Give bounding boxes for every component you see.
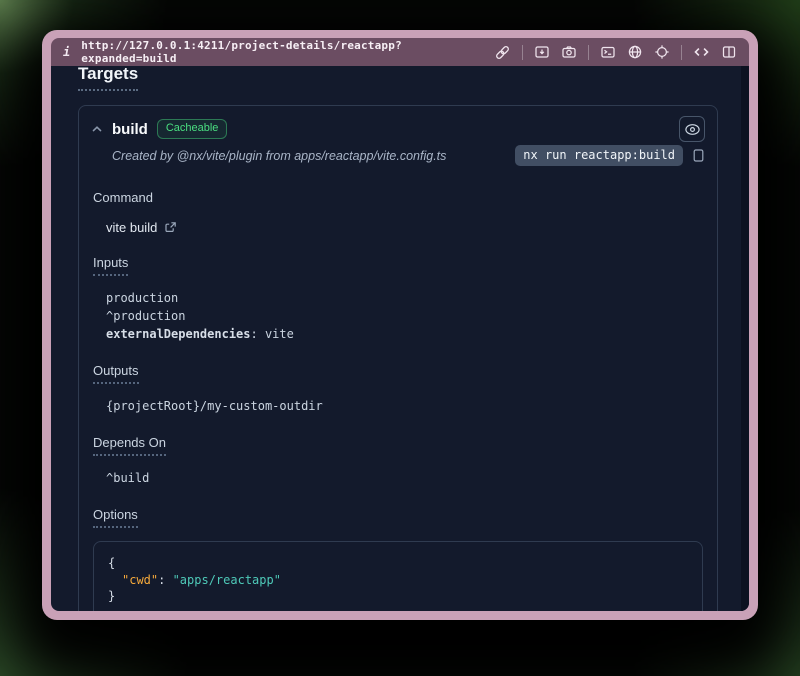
json-line: { [108,555,688,572]
depends-on-item: ^build [106,469,703,487]
target-name: build [112,121,148,138]
input-item: production [106,289,703,307]
toolbar-divider [588,45,589,60]
output-item: {projectRoot}/my-custom-outdir [106,397,703,415]
cacheable-badge: Cacheable [157,119,228,139]
command-value: vite build [106,220,157,235]
page-title: Targets [78,66,138,91]
outputs-section: Outputs {projectRoot}/my-custom-outdir [79,362,717,415]
globe-icon[interactable] [627,44,643,60]
target-card-build: build Cacheable Created by @nx/vite/plug… [78,105,718,611]
created-by-text: Created by @nx/vite/plugin from apps/rea… [112,149,446,163]
screenshot-icon[interactable] [534,44,550,60]
input-item: externalDependencies: vite [106,325,703,343]
info-icon: i [63,45,70,59]
json-line: "cwd": "apps/reactapp" [108,572,688,589]
camera-icon[interactable] [561,44,577,60]
depends-on-label: Depends On [93,435,166,456]
window-inner: i http://127.0.0.1:4211/project-details/… [51,38,749,611]
browser-toolbar: i http://127.0.0.1:4211/project-details/… [51,38,749,66]
options-label: Options [93,507,138,528]
build-target-header[interactable]: build Cacheable [79,106,717,142]
input-item: ^production [106,307,703,325]
code-icon[interactable] [693,44,710,60]
options-section: Options { "cwd": "apps/reactapp" } [79,506,717,611]
command-section: Command vite build [79,189,717,235]
link-icon[interactable] [494,44,511,61]
view-target-button[interactable] [679,116,705,142]
depends-on-section: Depends On ^build [79,434,717,487]
run-command-chip: nx run reactapp:build [515,145,683,166]
scroll-area: Targets build Cacheable [51,66,741,611]
panel-icon[interactable] [721,44,737,60]
json-line: } [108,588,688,605]
inputs-section: Inputs production ^production externalDe… [79,254,717,343]
chevron-up-icon[interactable] [91,123,103,135]
toolbar-actions [494,44,737,61]
page-content: Targets build Cacheable [51,66,749,611]
scrollbar[interactable] [741,66,749,611]
toolbar-divider [522,45,523,60]
terminal-icon[interactable] [600,44,616,60]
options-json-block: { "cwd": "apps/reactapp" } [93,541,703,611]
build-target-subheader: Created by @nx/vite/plugin from apps/rea… [79,142,717,170]
inputs-label: Inputs [93,255,128,276]
browser-window: i http://127.0.0.1:4211/project-details/… [42,30,758,620]
external-link-icon[interactable] [164,221,177,234]
crosshair-icon[interactable] [654,44,670,60]
copy-icon[interactable] [692,148,705,163]
command-label: Command [93,190,153,205]
url-bar[interactable]: http://127.0.0.1:4211/project-details/re… [81,39,494,65]
toolbar-divider [681,45,682,60]
outputs-label: Outputs [93,363,139,384]
